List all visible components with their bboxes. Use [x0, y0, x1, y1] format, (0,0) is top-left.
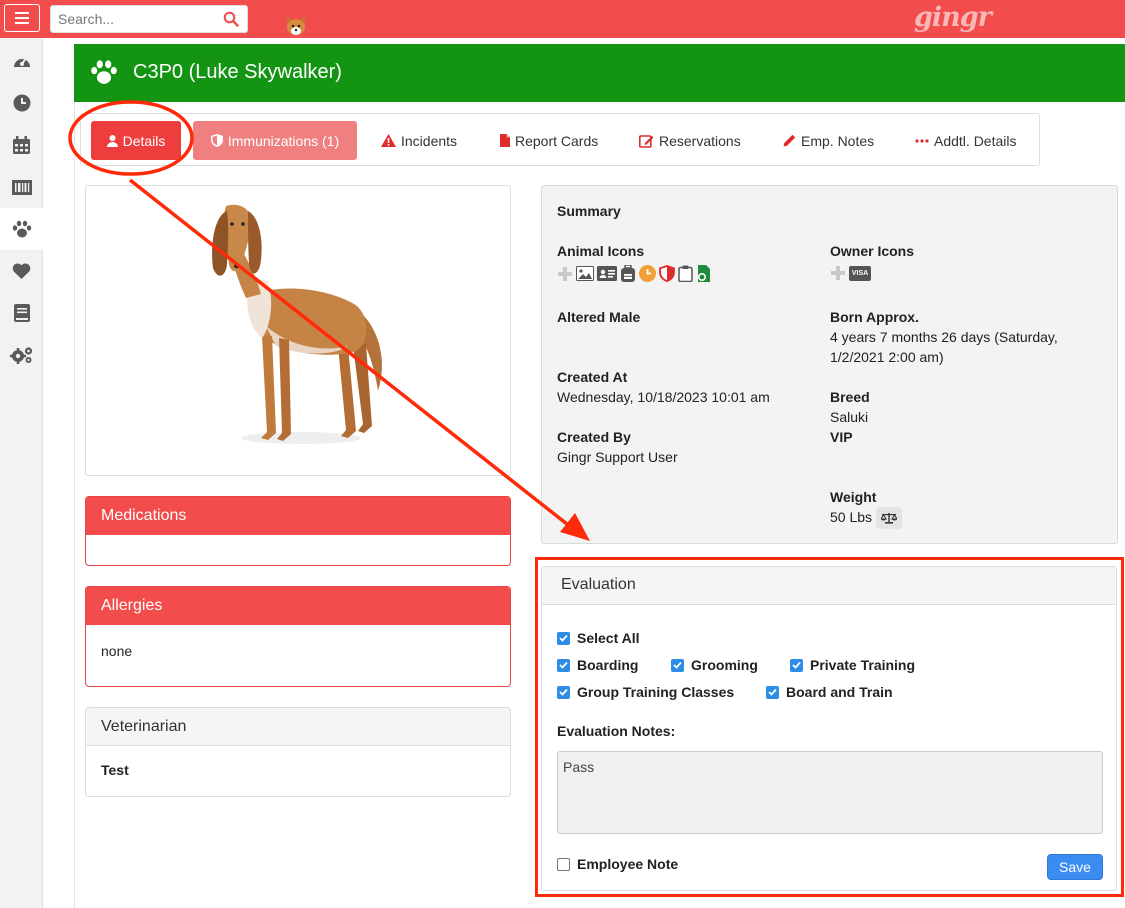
gears-icon	[9, 347, 32, 364]
medications-body	[86, 535, 510, 565]
search-box	[50, 5, 248, 33]
left-sidebar	[0, 38, 43, 908]
clock-icon	[13, 94, 30, 112]
breed-label: Breed	[830, 389, 870, 405]
weight-label: Weight	[830, 489, 877, 505]
animal-icons-row	[557, 265, 712, 282]
edit-icon	[639, 134, 654, 148]
created-at-label: Created At	[557, 369, 628, 385]
search-input[interactable]	[51, 6, 211, 32]
backpack-icon[interactable]	[620, 265, 636, 282]
allergies-body: none	[101, 643, 133, 659]
veterinarian-panel: Veterinarian Test	[85, 707, 511, 797]
created-by-label: Created By	[557, 429, 631, 445]
tab-reservations[interactable]: Reservations	[639, 121, 741, 160]
veterinarian-title: Veterinarian	[86, 708, 510, 746]
pet-avatar-icon[interactable]	[283, 12, 309, 38]
tab-emp-notes[interactable]: Emp. Notes	[783, 121, 874, 160]
sidebar-item-clock[interactable]	[0, 82, 43, 124]
hamburger-menu-button[interactable]	[4, 4, 40, 32]
born-value-line1: 4 years 7 months 26 days (Saturday,	[830, 329, 1058, 345]
paw-icon	[12, 220, 31, 238]
shield-icon[interactable]	[659, 265, 675, 282]
visa-card-text: VISA	[851, 269, 869, 277]
owner-icons-row: VISA	[830, 265, 871, 281]
tab-bar: Details Immunizations (1) Incidents Repo…	[80, 113, 1040, 166]
breed-value: Saluki	[830, 409, 869, 425]
sidebar-item-settings[interactable]	[0, 334, 43, 376]
allergies-panel: Allergies none	[85, 586, 511, 687]
created-by-value: Gingr Support User	[557, 449, 678, 465]
weight-value: 50 Lbs	[830, 509, 873, 525]
warning-icon	[381, 134, 396, 147]
book-icon	[13, 304, 30, 322]
file-sync-icon[interactable]	[696, 265, 712, 282]
sidebar-item-pets[interactable]	[0, 208, 43, 250]
hamburger-icon	[15, 12, 29, 24]
id-card-icon[interactable]	[597, 266, 617, 281]
shield-icon	[210, 134, 223, 147]
tab-addtl-details[interactable]: Addtl. Details	[915, 121, 1016, 160]
tab-label: Report Cards	[515, 132, 599, 149]
ellipsis-icon	[915, 138, 929, 143]
tab-immunizations[interactable]: Immunizations (1)	[193, 121, 357, 160]
tab-report-cards[interactable]: Report Cards	[500, 121, 598, 160]
owner-icons-label: Owner Icons	[830, 243, 915, 259]
heart-icon	[12, 262, 31, 279]
sidebar-item-dashboard[interactable]	[0, 40, 43, 82]
sidebar-item-calendar[interactable]	[0, 124, 43, 166]
top-bar: gingr	[0, 0, 1125, 38]
animal-icons-label: Animal Icons	[557, 243, 645, 259]
paw-icon	[91, 60, 117, 84]
balance-scale-icon	[881, 513, 897, 524]
animal-photo-card	[85, 185, 511, 476]
pencil-icon	[783, 134, 796, 147]
page-title: C3P0 (Luke Skywalker)	[133, 61, 342, 83]
plus-icon[interactable]	[830, 265, 846, 281]
tab-label: Incidents	[401, 132, 458, 149]
dashboard-icon	[13, 57, 30, 67]
medications-title: Medications	[86, 497, 510, 535]
barcode-icon	[11, 179, 32, 195]
tab-label: Details	[122, 132, 166, 149]
animal-header: C3P0 (Luke Skywalker)	[74, 44, 1125, 102]
sidebar-item-book[interactable]	[0, 292, 43, 334]
user-icon	[106, 134, 118, 147]
tab-label: Addtl. Details	[934, 132, 1017, 149]
altered-status: Altered Male	[557, 309, 641, 325]
content-divider	[74, 100, 75, 908]
weight-scale-button[interactable]	[876, 507, 902, 529]
gingr-logo: gingr	[914, 2, 992, 33]
file-icon	[500, 134, 510, 147]
vip-label: VIP	[830, 429, 853, 445]
allergies-title: Allergies	[86, 587, 510, 625]
created-at-value: Wednesday, 10/18/2023 10:01 am	[557, 389, 770, 405]
summary-title: Summary	[557, 203, 621, 219]
medications-panel: Medications	[85, 496, 511, 566]
born-value-line2: 1/2/2021 2:00 am)	[830, 349, 944, 365]
summary-panel: Summary Animal Icons Owner Icons VISA Al…	[541, 185, 1118, 544]
tab-label: Reservations	[659, 132, 741, 149]
plus-icon[interactable]	[557, 266, 573, 282]
search-icon[interactable]	[223, 11, 239, 27]
veterinarian-body: Test	[101, 762, 129, 778]
dog-photo[interactable]	[86, 186, 512, 477]
photo-icon[interactable]	[576, 266, 594, 281]
annotation-highlight-box	[535, 557, 1124, 897]
tab-incidents[interactable]: Incidents	[381, 121, 457, 160]
visa-card-icon[interactable]: VISA	[849, 265, 871, 281]
born-label: Born Approx.	[830, 309, 919, 325]
clock-icon[interactable]	[639, 265, 656, 282]
calendar-icon	[13, 136, 30, 154]
sidebar-item-barcode[interactable]	[0, 166, 43, 208]
clipboard-icon[interactable]	[678, 265, 693, 282]
tab-label: Emp. Notes	[801, 132, 875, 149]
sidebar-item-favorites[interactable]	[0, 250, 43, 292]
tab-details[interactable]: Details	[91, 121, 181, 160]
tab-label: Immunizations (1)	[227, 132, 340, 149]
